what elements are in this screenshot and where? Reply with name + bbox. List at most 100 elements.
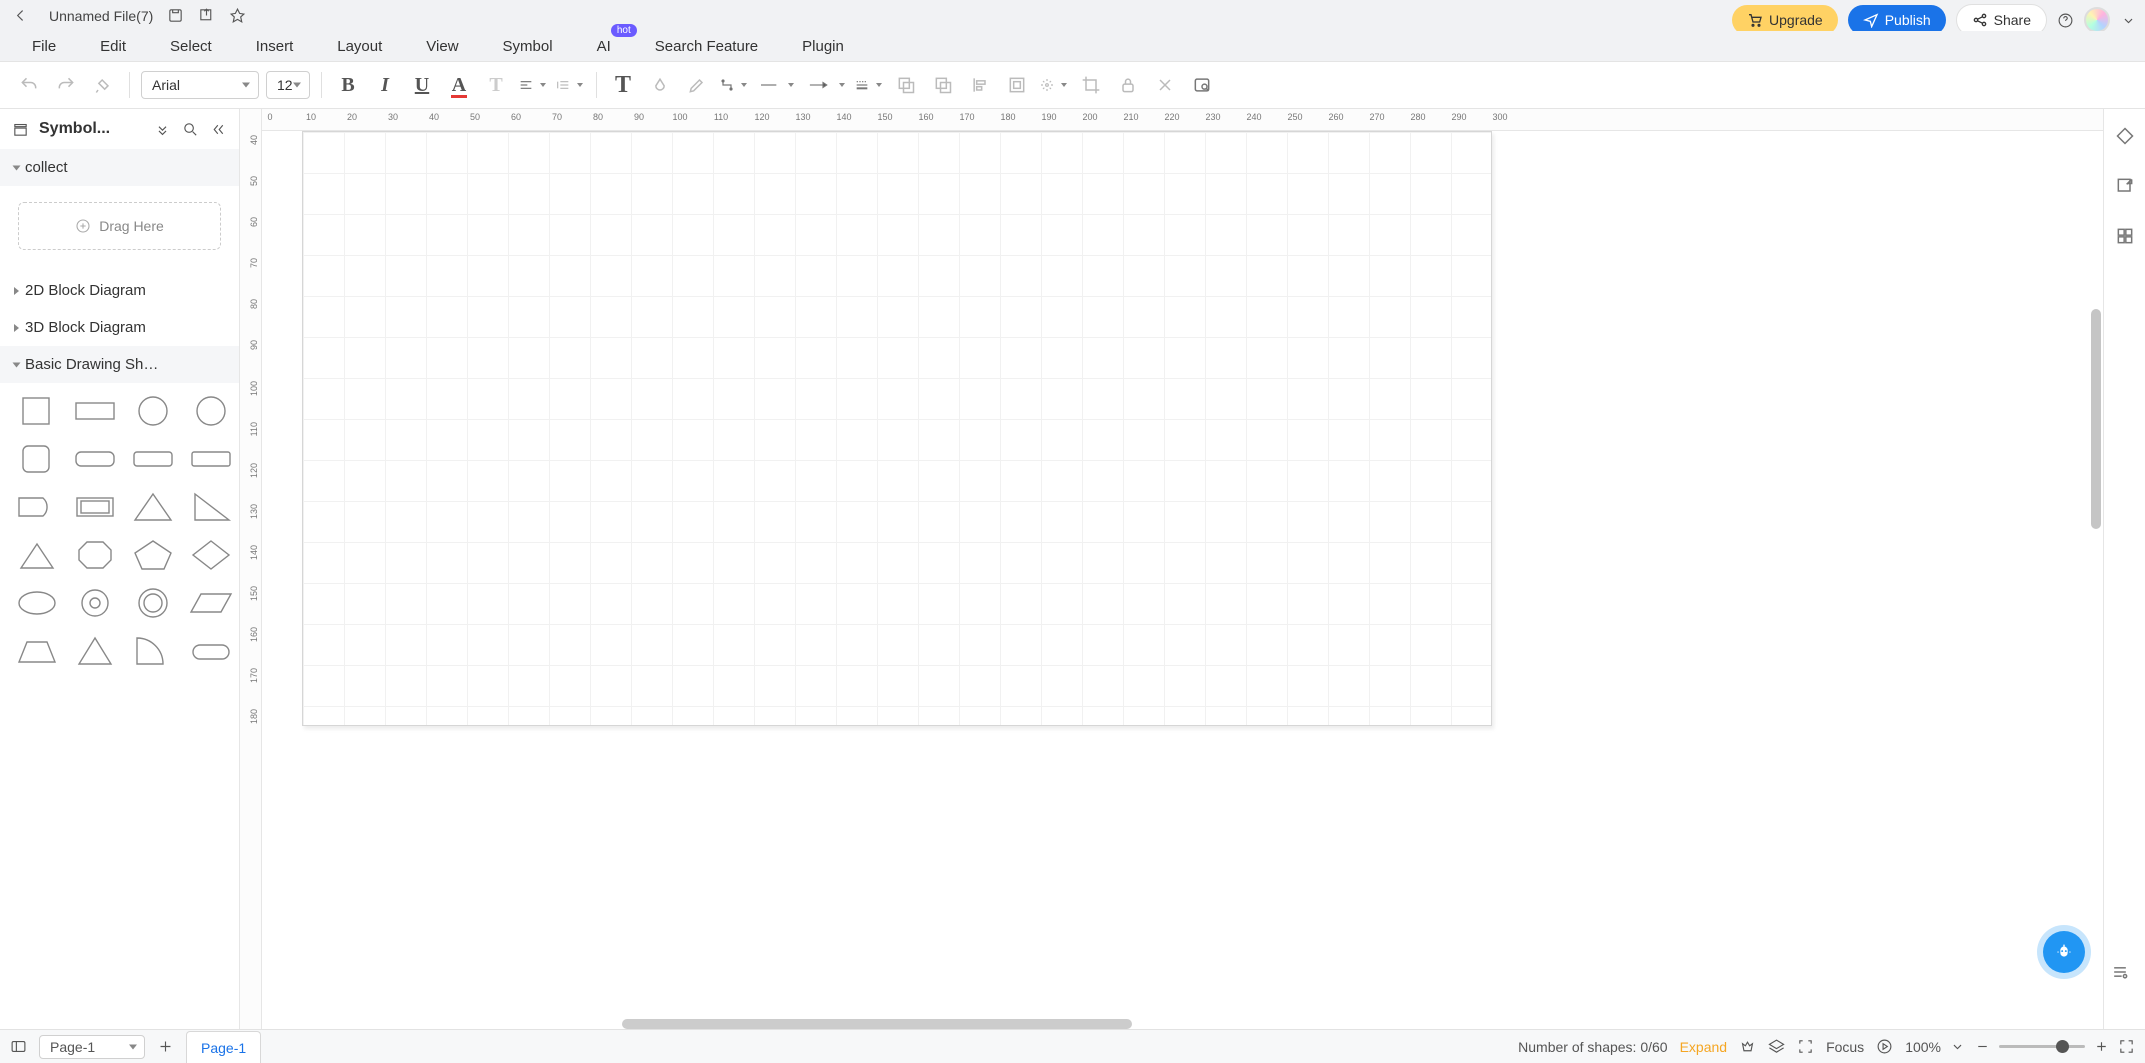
- shape-donut[interactable]: [70, 583, 120, 623]
- search-icon[interactable]: [181, 120, 199, 138]
- line-weight-button[interactable]: [854, 70, 884, 100]
- star-icon[interactable]: [229, 7, 246, 24]
- font-size-select[interactable]: 12: [266, 71, 310, 99]
- collapse-icon[interactable]: [209, 120, 227, 138]
- send-back-button[interactable]: [891, 70, 921, 100]
- shape-parallelogram[interactable]: [186, 583, 236, 623]
- fullscreen-icon[interactable]: [2118, 1038, 2135, 1055]
- align-button[interactable]: [965, 70, 995, 100]
- menu-view[interactable]: View: [426, 38, 458, 55]
- expand-button[interactable]: Expand: [1680, 1039, 1727, 1055]
- zoom-in-button[interactable]: [2093, 1038, 2110, 1055]
- chevron-down-icon[interactable]: [2120, 12, 2137, 29]
- effects-button[interactable]: [1039, 70, 1069, 100]
- italic-button[interactable]: I: [370, 70, 400, 100]
- menu-layout[interactable]: Layout: [337, 38, 382, 55]
- shape-double-circle[interactable]: [128, 583, 178, 623]
- line-style-button[interactable]: [756, 70, 796, 100]
- shape-trapezoid[interactable]: [12, 631, 62, 671]
- arrow-style-button[interactable]: [803, 70, 847, 100]
- export-icon[interactable]: [198, 7, 215, 24]
- shape-frame[interactable]: [70, 487, 120, 527]
- focus-label[interactable]: Focus: [1826, 1039, 1864, 1055]
- page-select[interactable]: Page-1: [39, 1035, 145, 1059]
- zoom-slider[interactable]: [1999, 1045, 2085, 1048]
- redo-button[interactable]: [51, 70, 81, 100]
- menu-select[interactable]: Select: [170, 38, 212, 55]
- zoom-out-button[interactable]: [1974, 1038, 1991, 1055]
- shape-circle[interactable]: [128, 391, 178, 431]
- shape-right-triangle[interactable]: [186, 487, 236, 527]
- menu-file[interactable]: File: [32, 38, 56, 55]
- back-icon[interactable]: [12, 7, 29, 24]
- shape-rounded-square[interactable]: [12, 439, 62, 479]
- rail-grid-icon[interactable]: [2110, 221, 2140, 251]
- shape-quarter[interactable]: [128, 631, 178, 671]
- panel-toggle-icon[interactable]: [10, 1038, 27, 1055]
- rail-theme-icon[interactable]: [2110, 121, 2140, 151]
- canvas[interactable]: [262, 131, 2103, 1029]
- help-icon[interactable]: [2057, 12, 2074, 29]
- font-family-select[interactable]: Arial: [141, 71, 259, 99]
- fill-button[interactable]: [645, 70, 675, 100]
- category-basic-shapes[interactable]: Basic Drawing Sh…: [0, 346, 239, 383]
- connector-button[interactable]: [719, 70, 749, 100]
- lock-button[interactable]: [1113, 70, 1143, 100]
- menu-edit[interactable]: Edit: [100, 38, 126, 55]
- more-icon[interactable]: [154, 121, 171, 138]
- focus-icon[interactable]: [1797, 1038, 1814, 1055]
- shape-triangle3[interactable]: [70, 631, 120, 671]
- group-button[interactable]: [1002, 70, 1032, 100]
- shape-square[interactable]: [12, 391, 62, 431]
- underline-button[interactable]: U: [407, 70, 437, 100]
- rail-outline-icon[interactable]: [2105, 957, 2135, 987]
- page-area[interactable]: [302, 131, 1492, 726]
- shape-rounded-rect[interactable]: [70, 439, 120, 479]
- present-icon[interactable]: [1876, 1038, 1893, 1055]
- shape-halfround[interactable]: [12, 487, 62, 527]
- format-painter-button[interactable]: [88, 70, 118, 100]
- menu-insert[interactable]: Insert: [256, 38, 294, 55]
- category-collect[interactable]: collect: [0, 149, 239, 186]
- shape-triangle2[interactable]: [12, 535, 62, 575]
- shape-rounded-rect3[interactable]: [186, 439, 236, 479]
- avatar[interactable]: [2084, 7, 2110, 33]
- bring-front-button[interactable]: [928, 70, 958, 100]
- drag-here-box[interactable]: Drag Here: [18, 202, 221, 250]
- zoom-value[interactable]: 100%: [1905, 1039, 1941, 1055]
- category-2d-block[interactable]: 2D Block Diagram: [0, 272, 239, 309]
- tools-button[interactable]: [1150, 70, 1180, 100]
- shape-rounded-rect2[interactable]: [128, 439, 178, 479]
- layers-icon[interactable]: [1768, 1038, 1785, 1055]
- page-tab[interactable]: Page-1: [186, 1031, 261, 1063]
- shape-triangle[interactable]: [128, 487, 178, 527]
- menu-ai[interactable]: AI hot: [597, 38, 611, 55]
- assistant-fab[interactable]: [2043, 931, 2085, 973]
- shape-ellipse[interactable]: [12, 583, 62, 623]
- shape-octagon[interactable]: [70, 535, 120, 575]
- find-button[interactable]: [1187, 70, 1217, 100]
- add-page-button[interactable]: [157, 1038, 174, 1055]
- menu-plugin[interactable]: Plugin: [802, 38, 844, 55]
- undo-button[interactable]: [14, 70, 44, 100]
- shape-pentagon[interactable]: [128, 535, 178, 575]
- shape-stadium[interactable]: [186, 631, 236, 671]
- horizontal-scrollbar[interactable]: [622, 1019, 1132, 1029]
- menu-search-feature[interactable]: Search Feature: [655, 38, 758, 55]
- crop-button[interactable]: [1076, 70, 1106, 100]
- line-spacing-button[interactable]: [555, 70, 585, 100]
- paintbrush-button[interactable]: [682, 70, 712, 100]
- bold-button[interactable]: B: [333, 70, 363, 100]
- text-align-button[interactable]: [518, 70, 548, 100]
- clear-format-button[interactable]: T: [481, 70, 511, 100]
- shape-circle2[interactable]: [186, 391, 236, 431]
- rail-export-icon[interactable]: [2110, 171, 2140, 201]
- shape-diamond[interactable]: [186, 535, 236, 575]
- category-3d-block[interactable]: 3D Block Diagram: [0, 309, 239, 346]
- menu-symbol[interactable]: Symbol: [503, 38, 553, 55]
- font-color-button[interactable]: A: [444, 70, 474, 100]
- shape-rectangle[interactable]: [70, 391, 120, 431]
- text-tool-button[interactable]: T: [608, 70, 638, 100]
- chevron-down-icon[interactable]: [1949, 1038, 1966, 1055]
- vertical-scrollbar[interactable]: [2091, 309, 2101, 529]
